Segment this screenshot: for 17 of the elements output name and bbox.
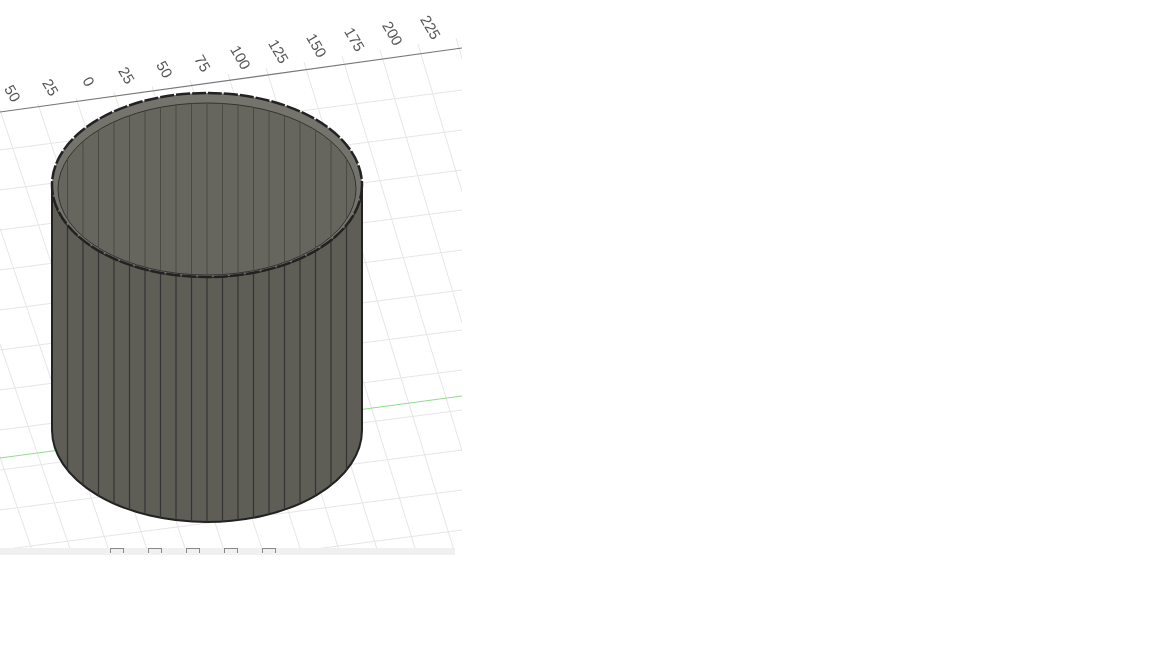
ruler-label: 200 <box>379 18 407 49</box>
ruler-label: 150 <box>303 30 331 61</box>
ruler-label: 225 <box>417 12 445 43</box>
toolbar-icon[interactable] <box>186 548 200 553</box>
ruler-label: 75 <box>191 51 215 75</box>
ruler-label: 25 <box>115 63 139 87</box>
toolbar-icon[interactable] <box>110 548 124 553</box>
ruler-label: 50 <box>1 81 25 105</box>
toolbar-icon[interactable] <box>148 548 162 553</box>
ruler-label: 25 <box>39 75 63 99</box>
ruler-label: 125 <box>265 36 293 67</box>
toolbar-icon[interactable] <box>224 548 238 553</box>
toolbar-icon[interactable] <box>262 548 276 553</box>
ruler-label: 0 <box>79 73 99 90</box>
ruler-label: 100 <box>227 42 255 73</box>
ruler-label: 175 <box>341 24 369 55</box>
ruler-label: 50 <box>153 57 177 81</box>
